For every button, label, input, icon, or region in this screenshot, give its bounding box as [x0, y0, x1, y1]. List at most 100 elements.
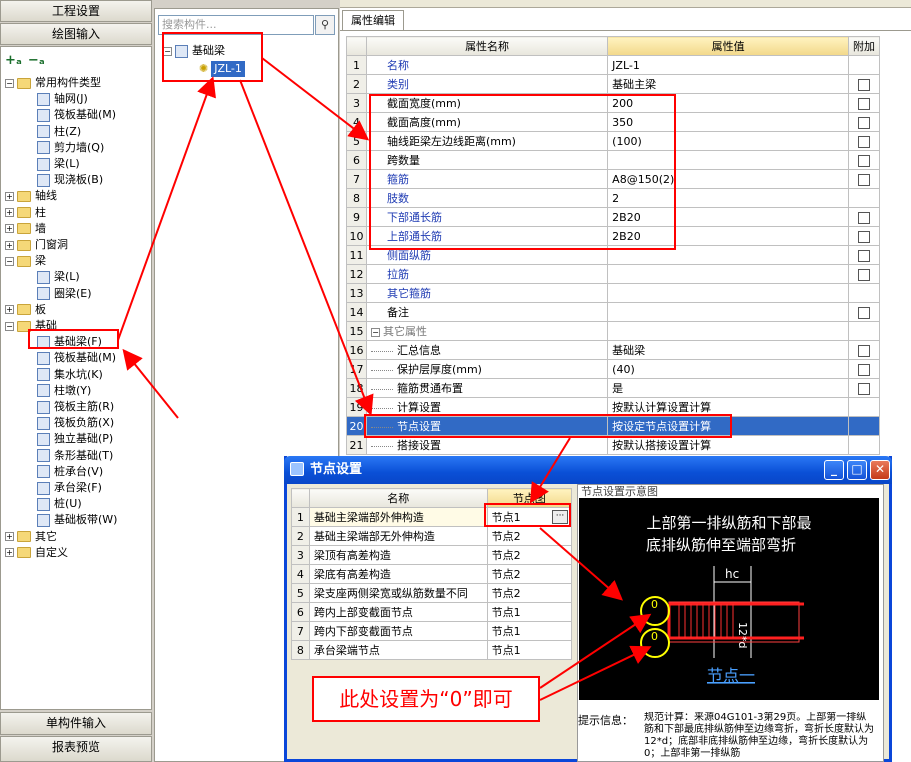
search-icon[interactable]: ⚲ [315, 15, 335, 35]
tree-node-2[interactable]: 筏板基础(M) [37, 107, 116, 123]
extra-checkbox[interactable] [857, 116, 870, 129]
extra-checkbox[interactable] [857, 97, 870, 110]
draw-input-button[interactable]: 绘图输入 [0, 23, 152, 45]
property-value[interactable]: 按默认搭接设置计算 [607, 435, 849, 455]
extra-checkbox[interactable] [857, 154, 870, 167]
property-row[interactable]: 13 其它箍筋 [346, 283, 881, 303]
tree-node-25[interactable]: 承台梁(F) [37, 480, 102, 496]
extra-checkbox[interactable] [857, 268, 870, 281]
node-row[interactable]: 4 梁底有高差构造 节点2 [291, 564, 573, 584]
property-value[interactable] [607, 283, 849, 303]
tree-node-20[interactable]: 筏板主筋(R) [37, 399, 114, 415]
extra-checkbox[interactable] [857, 249, 870, 262]
tab-property-edit[interactable]: 属性编辑 [342, 10, 404, 30]
tree-node-28[interactable]: + 其它 [5, 529, 57, 545]
tree-node-18[interactable]: 集水坑(K) [37, 367, 103, 383]
node-one-link[interactable]: 节点一 [707, 666, 755, 685]
extra-checkbox[interactable] [857, 173, 870, 186]
node-row[interactable]: 6 跨内上部变截面节点 节点1 [291, 602, 573, 622]
property-value[interactable] [607, 321, 849, 341]
extra-checkbox[interactable] [857, 306, 870, 319]
expand-icon[interactable]: + [5, 240, 14, 250]
tree-node-1[interactable]: 轴网(J) [37, 91, 88, 107]
node-row[interactable]: 3 梁顶有高差构造 节点2 [291, 545, 573, 565]
tree-node-26[interactable]: 桩(U) [37, 496, 82, 512]
collapse-icon[interactable]: − [5, 256, 14, 266]
tree-node-6[interactable]: 现浇板(B) [37, 172, 103, 188]
collapse-icon[interactable]: − [5, 78, 14, 88]
property-value[interactable]: (40) [607, 359, 849, 379]
property-row[interactable]: 15− 其它属性 [346, 321, 881, 341]
node-value[interactable]: 节点1 [486, 602, 573, 622]
expand-icon[interactable]: + [5, 532, 14, 542]
expand-icon[interactable]: + [5, 191, 14, 201]
property-row[interactable]: 2 类别 基础主梁 [346, 74, 881, 94]
tree-node-11[interactable]: − 梁 [5, 253, 46, 269]
tree-node-13[interactable]: 圈梁(E) [37, 286, 92, 302]
property-row[interactable]: 18 箍筋贯通布置 是 [346, 378, 881, 398]
tree-node-14[interactable]: + 板 [5, 302, 46, 318]
extra-checkbox[interactable] [857, 344, 870, 357]
tree-node-9[interactable]: + 墙 [5, 221, 46, 237]
property-value[interactable] [607, 302, 849, 322]
tree-node-3[interactable]: 柱(Z) [37, 124, 81, 140]
tree-node-23[interactable]: 条形基础(T) [37, 448, 113, 464]
extra-checkbox[interactable] [857, 211, 870, 224]
node-row[interactable]: 8 承台梁端节点 节点1 [291, 640, 573, 660]
property-value[interactable]: 是 [607, 378, 849, 398]
tree-node-21[interactable]: 筏板负筋(X) [37, 415, 114, 431]
node-value[interactable]: 节点2 [486, 583, 573, 603]
tree-node-17[interactable]: 筏板基础(M) [37, 350, 116, 366]
tree-node-12[interactable]: 梁(L) [37, 269, 80, 285]
tree-node-8[interactable]: + 柱 [5, 205, 46, 221]
tree-node-7[interactable]: + 轴线 [5, 188, 57, 204]
node-value[interactable]: 节点2 [486, 545, 573, 565]
tree-node-29[interactable]: + 自定义 [5, 545, 68, 561]
close-icon[interactable]: ✕ [870, 460, 890, 480]
property-value[interactable] [607, 264, 849, 284]
property-value[interactable]: JZL-1 [607, 55, 849, 75]
property-row[interactable]: 1 名称 JZL-1 [346, 55, 881, 75]
node-row[interactable]: 5 梁支座两侧梁宽或纵筋数量不同 节点2 [291, 583, 573, 603]
extra-checkbox[interactable] [857, 382, 870, 395]
tree-node-0[interactable]: − 常用构件类型 [5, 75, 101, 91]
node-value[interactable]: 节点1 [486, 621, 573, 641]
tree-node-10[interactable]: + 门窗洞 [5, 237, 68, 253]
expand-icon[interactable]: + [5, 208, 14, 218]
tree-node-4[interactable]: 剪力墙(Q) [37, 140, 104, 156]
node-value[interactable]: 节点1 [486, 640, 573, 660]
extra-checkbox[interactable] [857, 78, 870, 91]
report-preview-button[interactable]: 报表预览 [0, 736, 152, 762]
row-number: 18 [346, 378, 367, 398]
node-value[interactable]: 节点2 [486, 526, 573, 546]
node-row[interactable]: 2 基础主梁端部无外伸构造 节点2 [291, 526, 573, 546]
expand-icon[interactable]: + [5, 224, 14, 234]
property-row[interactable]: 21 搭接设置 按默认搭接设置计算 [346, 435, 881, 455]
tree-node-24[interactable]: 桩承台(V) [37, 464, 103, 480]
expand-icon[interactable]: + [5, 548, 14, 558]
maximize-icon[interactable]: □ [847, 460, 867, 480]
expand-all-icon[interactable]: +ₐ [5, 53, 22, 68]
tree-node-5[interactable]: 梁(L) [37, 156, 80, 172]
property-value[interactable]: 基础梁 [607, 340, 849, 360]
tree-node-19[interactable]: 柱墩(Y) [37, 383, 91, 399]
property-row[interactable]: 17 保护层厚度(mm) (40) [346, 359, 881, 379]
project-settings-button[interactable]: 工程设置 [0, 0, 152, 22]
tree-node-22[interactable]: 独立基础(P) [37, 431, 113, 447]
property-row[interactable]: 16 汇总信息 基础梁 [346, 340, 881, 360]
property-value[interactable]: 基础主梁 [607, 74, 849, 94]
collapse-all-icon[interactable]: −ₐ [28, 53, 45, 68]
minimize-icon[interactable]: _ [824, 460, 844, 480]
extra-checkbox[interactable] [857, 363, 870, 376]
node-row[interactable]: 7 跨内下部变截面节点 节点1 [291, 621, 573, 641]
tree-node-27[interactable]: 基础板带(W) [37, 512, 117, 528]
collapse-icon[interactable]: − [370, 327, 380, 337]
extra-checkbox[interactable] [857, 230, 870, 243]
node-value[interactable]: 节点2 [486, 564, 573, 584]
expand-icon[interactable]: + [5, 305, 14, 315]
collapse-icon[interactable]: − [5, 321, 14, 331]
property-row[interactable]: 12 拉筋 [346, 264, 881, 284]
extra-checkbox[interactable] [857, 135, 870, 148]
single-input-button[interactable]: 单构件输入 [0, 712, 152, 735]
property-row[interactable]: 14 备注 [346, 302, 881, 322]
